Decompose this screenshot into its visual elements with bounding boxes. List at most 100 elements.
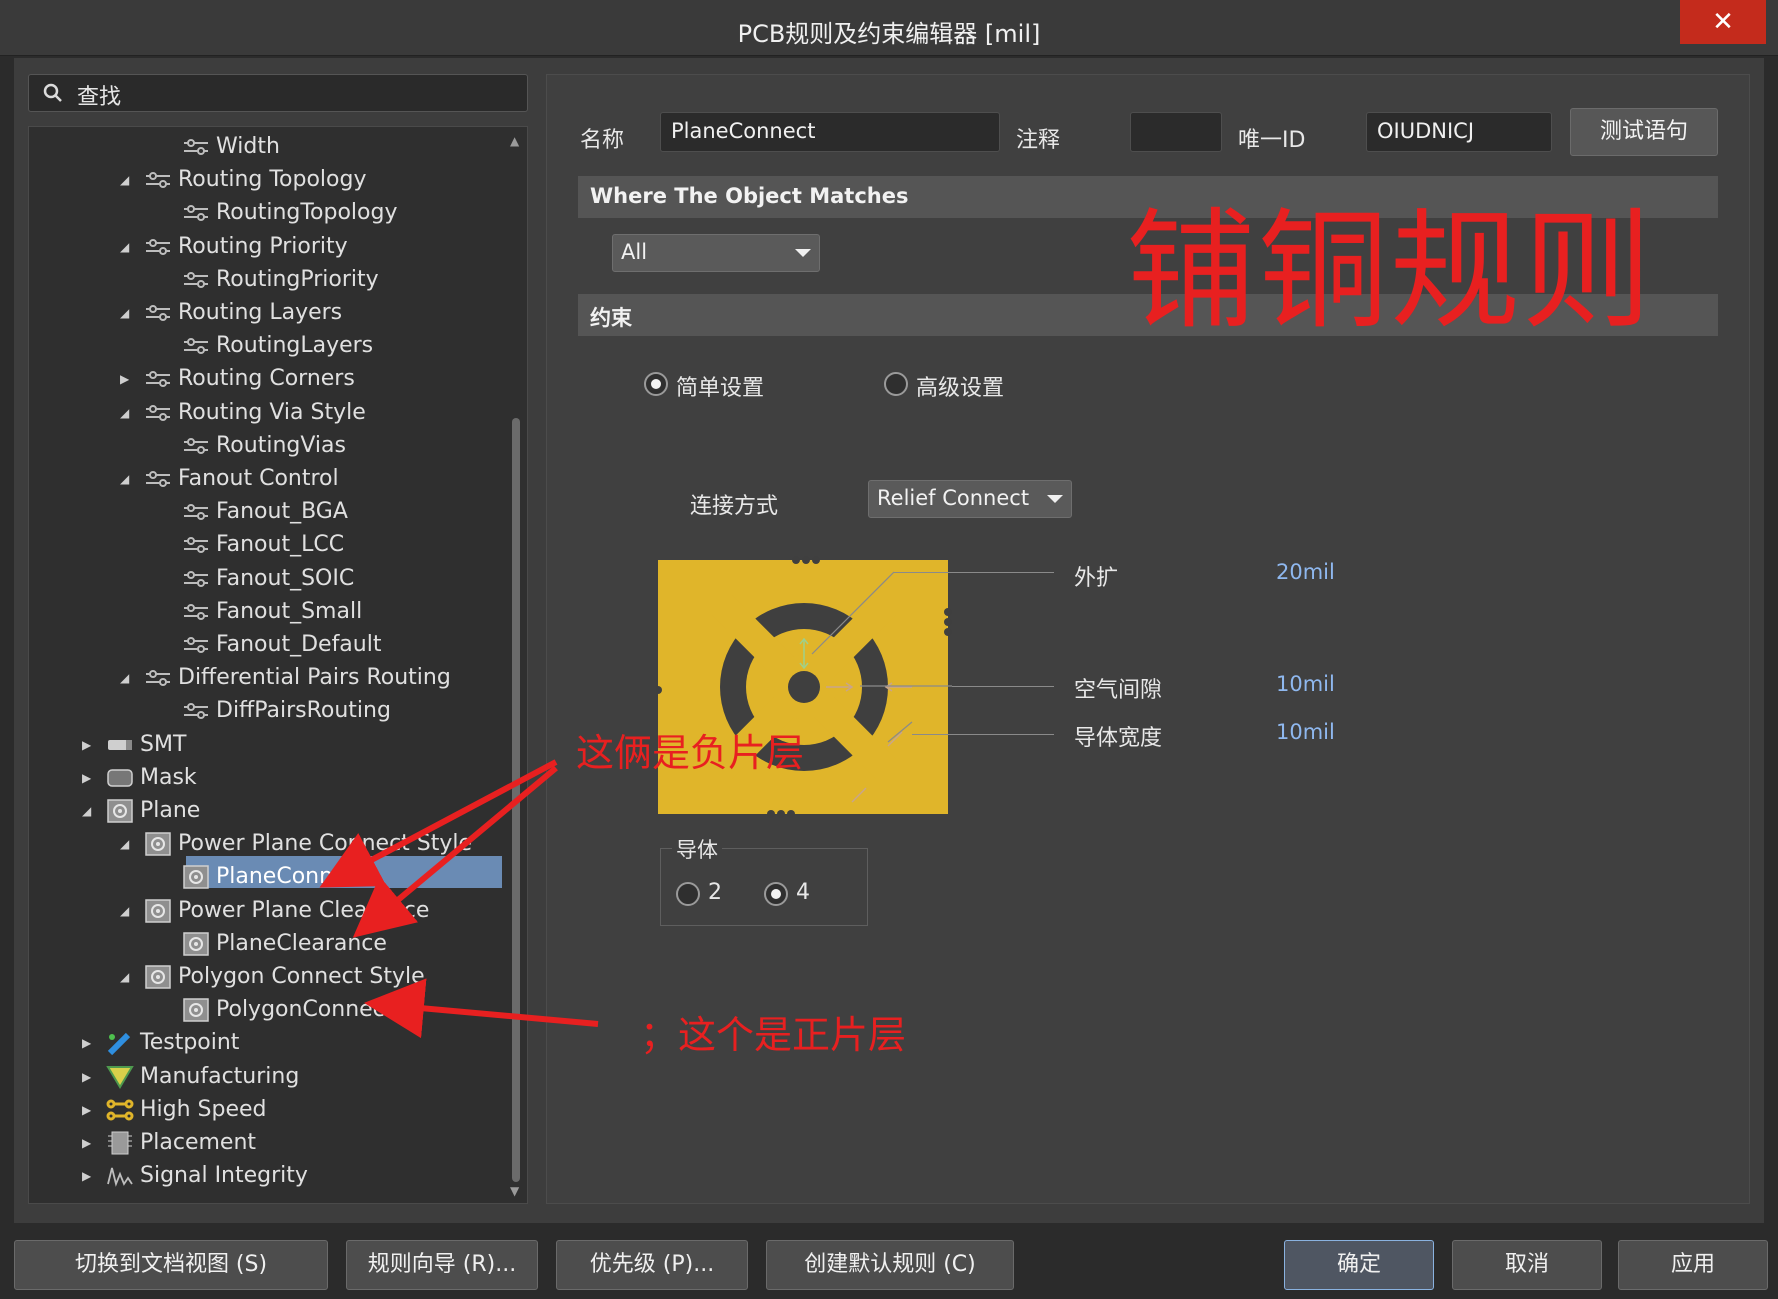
tree-item[interactable]: ▶ High Speed [0,1095,520,1125]
tree-item[interactable]: ◢ Differential Pairs Routing [0,663,520,693]
tree-item[interactable]: RoutingLayers [0,331,520,361]
tree-item[interactable]: ◢ Polygon Connect Style [0,962,520,992]
manufacturing-icon [106,1065,134,1089]
expanded-arrow-icon[interactable]: ◢ [120,298,134,328]
search-box[interactable]: 查找 [28,74,528,112]
comment-label: 注释 [1016,128,1061,153]
conductor-width-leader-line [912,734,1054,735]
tree-item[interactable]: ▶ Mask [0,763,520,793]
collapsed-arrow-icon[interactable]: ▶ [82,763,96,793]
tree-item[interactable]: ◢ Power Plane Connect Style [0,829,520,859]
tree-item[interactable]: Fanout_BGA [0,497,520,527]
tree-item-label: DiffPairsRouting [216,698,391,724]
collapsed-arrow-icon[interactable]: ▶ [82,1062,96,1092]
collapsed-arrow-icon[interactable]: ▶ [82,730,96,760]
tree-item[interactable]: DiffPairsRouting [0,696,520,726]
uid-input[interactable]: OIUDNICJ [1366,112,1552,152]
advanced-mode-radio[interactable] [884,372,908,396]
scroll-up-icon[interactable]: ▲ [510,134,519,148]
tree-item-label: Routing Corners [178,366,355,392]
scroll-thumb[interactable] [512,418,520,1182]
tree-item[interactable]: Fanout_Default [0,630,520,660]
expanded-arrow-icon[interactable]: ◢ [120,464,134,494]
tree-item-label: RoutingLayers [216,333,374,359]
tree-item[interactable]: ▶ Manufacturing [0,1062,520,1092]
rule-icon [144,301,172,325]
collapsed-arrow-icon[interactable]: ▶ [82,1028,96,1058]
ok-button[interactable]: 确定 [1284,1240,1434,1290]
watermark-text: 铺铜规则 [1126,195,1655,347]
tree-item[interactable]: ◢ Plane [0,796,520,826]
conductors-4-label: 4 [796,880,810,905]
collapsed-arrow-icon[interactable]: ▶ [82,1128,96,1158]
plane-icon [182,932,210,956]
conductor-width-label: 导体宽度 [1074,726,1163,751]
apply-button[interactable]: 应用 [1618,1240,1768,1290]
tree-item[interactable]: ▶ Placement [0,1128,520,1158]
simple-mode-radio[interactable] [644,372,668,396]
chevron-down-icon [1047,495,1063,503]
close-button[interactable]: ✕ [1680,0,1766,44]
test-query-button[interactable]: 测试语句 [1570,108,1718,156]
rule-icon [144,467,172,491]
collapsed-arrow-icon[interactable]: ▶ [82,1161,96,1191]
collapsed-arrow-icon[interactable]: ▶ [82,1095,96,1125]
tree-item[interactable]: Fanout_SOIC [0,564,520,594]
tree-item-label: Mask [140,764,197,790]
conductors-2-radio[interactable] [676,882,700,906]
tree-item[interactable]: ◢ Routing Via Style [0,398,520,428]
conductors-4-radio[interactable] [764,882,788,906]
priorities-button[interactable]: 优先级 (P)... [556,1240,748,1290]
tree-item[interactable]: ▶ Testpoint [0,1028,520,1058]
tree-item[interactable]: ▶ SMT [0,730,520,760]
tree-item[interactable]: Width [0,132,520,162]
rule-wizard-button[interactable]: 规则向导 (R)... [346,1240,538,1290]
search-input[interactable]: 查找 [77,79,121,111]
tree-item[interactable]: PlaneConnect [0,862,520,892]
tree-scrollbar[interactable]: ▲ ▼ [510,134,522,1198]
tree-item[interactable]: ◢ Fanout Control [0,464,520,494]
tree-item[interactable]: RoutingTopology [0,198,520,228]
air-gap-value[interactable]: 10mil [1276,672,1335,696]
connect-style-dropdown[interactable]: Relief Connect [868,480,1072,518]
tree-item[interactable]: ◢ Power Plane Clearance [0,896,520,926]
expanded-arrow-icon[interactable]: ◢ [120,962,134,992]
comment-input[interactable] [1130,112,1222,152]
switch-document-view-button[interactable]: 切换到文档视图 (S) [14,1240,328,1290]
expanded-arrow-icon[interactable]: ◢ [120,663,134,693]
scope-dropdown[interactable]: All [612,234,820,272]
expanded-arrow-icon[interactable]: ◢ [120,896,134,926]
rule-icon [182,633,210,657]
name-input[interactable]: PlaneConnect [660,112,1000,152]
tree-item[interactable]: ▶ Signal Integrity [0,1161,520,1191]
conductors-title: 导体 [672,834,722,864]
expansion-value[interactable]: 20mil [1276,560,1335,584]
rule-icon [144,235,172,259]
tree-item[interactable]: ▶ Routing Corners [0,364,520,394]
tree-item[interactable]: ◢ Routing Priority [0,232,520,262]
tree-item[interactable]: RoutingVias [0,431,520,461]
tree-item[interactable]: ◢ Routing Layers [0,298,520,328]
rule-icon [182,201,210,225]
expanded-arrow-icon[interactable]: ◢ [120,829,134,859]
create-default-rules-button[interactable]: 创建默认规则 (C) [766,1240,1014,1290]
tree-item[interactable]: RoutingPriority [0,265,520,295]
expanded-arrow-icon[interactable]: ◢ [120,398,134,428]
cancel-button[interactable]: 取消 [1452,1240,1602,1290]
tree-item[interactable]: PlaneClearance [0,929,520,959]
expanded-arrow-icon[interactable]: ◢ [120,165,134,195]
tree-item[interactable]: Fanout_Small [0,597,520,627]
tree-item[interactable]: ◢ Routing Topology [0,165,520,195]
tree-item[interactable]: PolygonConnect [0,995,520,1025]
uid-label: 唯一ID [1238,128,1306,153]
conductor-width-value[interactable]: 10mil [1276,720,1335,744]
collapsed-arrow-icon[interactable]: ▶ [120,364,134,394]
tree-item[interactable]: Fanout_LCC [0,530,520,560]
expanded-arrow-icon[interactable]: ◢ [82,796,96,826]
tree-item-label: RoutingVias [216,432,346,458]
rule-icon [182,699,210,723]
signal-integrity-icon [106,1164,134,1188]
search-icon [43,83,62,102]
expanded-arrow-icon[interactable]: ◢ [120,232,134,262]
scroll-down-icon[interactable]: ▼ [510,1184,519,1198]
